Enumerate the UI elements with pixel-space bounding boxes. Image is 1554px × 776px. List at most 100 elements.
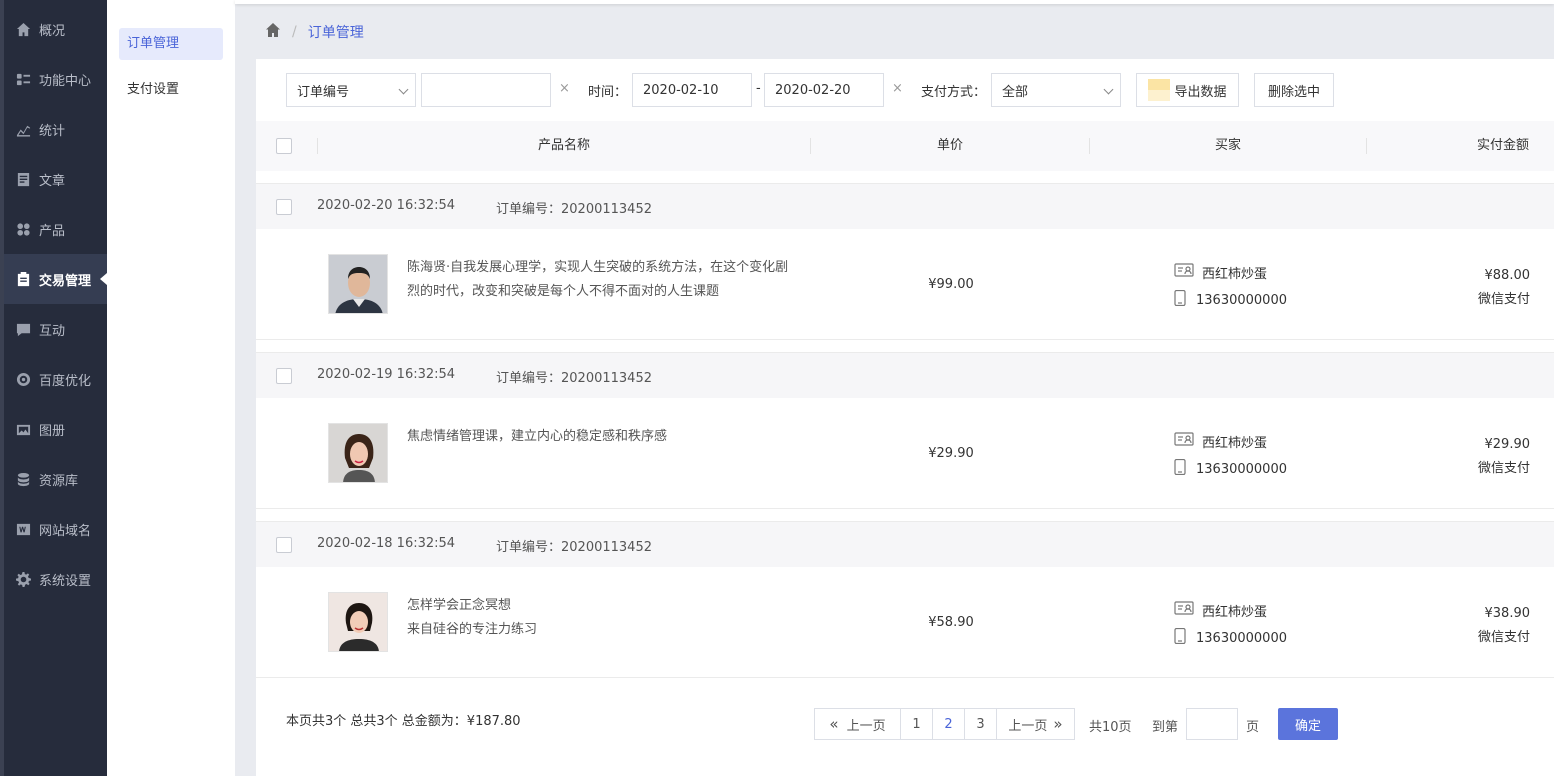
chevron-down-icon	[1103, 84, 1114, 95]
search-field-select-value: 订单编号	[297, 84, 350, 100]
pay-method: 微信支付	[1477, 461, 1530, 476]
date-end-value: 2020-02-20	[775, 82, 851, 98]
order-checkbox[interactable]	[276, 368, 292, 384]
chat-icon	[15, 321, 31, 337]
sidebar-item-overview[interactable]: 概况	[4, 4, 107, 54]
breadcrumb-separator: /	[292, 24, 297, 40]
sidebar-item-interaction[interactable]: 互动	[4, 304, 107, 354]
column-header-price: 单价	[936, 138, 963, 153]
product-thumbnail[interactable]	[328, 254, 388, 314]
buyer-phone: 13630000000	[1196, 461, 1287, 477]
folder-icon	[1148, 79, 1171, 101]
product-name[interactable]: 怎样学会正念冥想 来自硅谷的专注力练习	[407, 594, 797, 642]
keyword-input[interactable]	[421, 73, 551, 107]
order-date: 2020-02-20 16:32:54	[317, 198, 456, 213]
sidebar-item-label: 百度优化	[39, 373, 92, 389]
sidebar-item-settings[interactable]: 系统设置	[4, 554, 107, 604]
goto-page-input[interactable]	[1186, 708, 1238, 740]
paid-value: ¥29.90	[1484, 437, 1531, 452]
sidebar-item-label: 统计	[39, 123, 66, 139]
pagination: « 上一页 1 2 3 上一页 »	[814, 708, 1075, 740]
product-thumbnail[interactable]	[328, 423, 388, 483]
buyer-name: 西红柿炒蛋	[1202, 435, 1268, 451]
column-divider	[810, 138, 811, 154]
database-icon	[15, 471, 31, 487]
pay-method-select-value: 全部	[1002, 84, 1029, 100]
unit-price: ¥29.90	[928, 446, 974, 461]
sidebar-item-seo[interactable]: 百度优化	[4, 354, 107, 404]
home-icon[interactable]	[265, 22, 281, 42]
order-row: 2020-02-19 16:32:54 订单编号：20200113452 焦虑情…	[256, 352, 1554, 509]
phone-icon	[1170, 627, 1190, 648]
keyword-input-field[interactable]	[428, 74, 550, 106]
date-range-dash: -	[756, 81, 761, 96]
column-header-product: 产品名称	[537, 138, 590, 153]
paid-value: ¥88.00	[1484, 268, 1531, 283]
search-field-select[interactable]: 订单编号	[286, 73, 416, 107]
product-name[interactable]: 陈海贤·自我发展心理学，实现人生突破的系统方法，在这个变化剧烈的时代，改变和突破…	[407, 256, 797, 304]
sidebar-item-trade[interactable]: 交易管理	[4, 254, 107, 304]
next-page-label: 上一页	[1008, 718, 1048, 734]
phone-icon	[1170, 289, 1190, 310]
sidebar-item-label: 概况	[39, 23, 66, 39]
album-icon	[15, 421, 31, 437]
id-card-icon	[1174, 262, 1194, 282]
sidebar-item-album[interactable]: 图册	[4, 404, 107, 454]
order-row: 2020-02-18 16:32:54 订单编号：20200113452 怎样学…	[256, 521, 1554, 678]
sidebar-item-articles[interactable]: 文章	[4, 154, 107, 204]
total-pages: 共10页	[1089, 720, 1132, 735]
sidebar-item-functions[interactable]: 功能中心	[4, 54, 107, 104]
sidebar-item-domain[interactable]: 网站域名	[4, 504, 107, 554]
product-name[interactable]: 焦虑情绪管理课，建立内心的稳定感和秩序感	[407, 425, 797, 449]
order-checkbox[interactable]	[276, 199, 292, 215]
product-thumbnail[interactable]	[328, 592, 388, 652]
top-bar	[235, 0, 1554, 4]
id-card-icon	[1174, 431, 1194, 451]
gear-icon	[15, 571, 31, 587]
paid-amount: ¥29.90 微信支付	[1478, 433, 1530, 481]
goto-label: 到第	[1152, 720, 1179, 735]
phone-icon	[1170, 458, 1190, 479]
sidebar-item-resources[interactable]: 资源库	[4, 454, 107, 504]
unit-price: ¥58.90	[928, 615, 974, 630]
orders-panel: 订单编号 × 时间： 2020-02-10 - 2020-02-20 × 支付方…	[256, 59, 1554, 776]
sidebar-item-stats[interactable]: 统计	[4, 104, 107, 154]
pay-method-select[interactable]: 全部	[991, 73, 1121, 107]
pay-method: 微信支付	[1477, 292, 1530, 307]
sidebar-item-label: 图册	[39, 423, 66, 439]
date-start-input[interactable]: 2020-02-10	[632, 73, 752, 107]
select-all-checkbox[interactable]	[276, 138, 292, 154]
paid-amount: ¥88.00 微信支付	[1478, 264, 1530, 312]
page-2-button[interactable]: 2	[932, 708, 965, 740]
export-button[interactable]: 导出数据	[1136, 73, 1239, 107]
order-number: 订单编号：20200113452	[496, 371, 652, 386]
page-3-button[interactable]: 3	[964, 708, 997, 740]
subnav-item-orders[interactable]: 订单管理	[119, 28, 223, 60]
next-page-button[interactable]: 上一页 »	[996, 708, 1075, 740]
date-end-input[interactable]: 2020-02-20	[764, 73, 884, 107]
sidebar-item-products[interactable]: 产品	[4, 204, 107, 254]
prev-page-label: 上一页	[846, 718, 886, 734]
buyer-info: 西红柿炒蛋 13630000000	[1174, 427, 1287, 483]
order-header: 2020-02-20 16:32:54 订单编号：20200113452	[256, 184, 1554, 229]
page-1-button[interactable]: 1	[900, 708, 933, 740]
subnav-item-payment-settings[interactable]: 支付设置	[119, 74, 223, 106]
delete-selected-button[interactable]: 删除选中	[1254, 73, 1334, 107]
product-icon	[15, 221, 31, 237]
goto-page-field[interactable]	[1187, 709, 1237, 739]
seo-icon	[15, 371, 31, 387]
page-unit-label: 页	[1246, 720, 1260, 735]
prev-page-button[interactable]: « 上一页	[814, 708, 901, 740]
order-checkbox[interactable]	[276, 537, 292, 553]
chart-icon	[15, 121, 31, 137]
pay-method: 微信支付	[1477, 630, 1530, 645]
buyer-name: 西红柿炒蛋	[1202, 266, 1268, 282]
buyer-phone: 13630000000	[1196, 292, 1287, 308]
table-header: 产品名称 单价 买家 实付金额	[256, 121, 1554, 171]
sidebar-item-label: 功能中心	[39, 73, 92, 89]
sidebar-item-label: 文章	[39, 173, 66, 189]
order-number: 订单编号：20200113452	[496, 202, 652, 217]
clear-keyword-icon[interactable]: ×	[559, 81, 570, 96]
clear-date-icon[interactable]: ×	[892, 81, 903, 96]
confirm-button[interactable]: 确定	[1278, 708, 1338, 740]
